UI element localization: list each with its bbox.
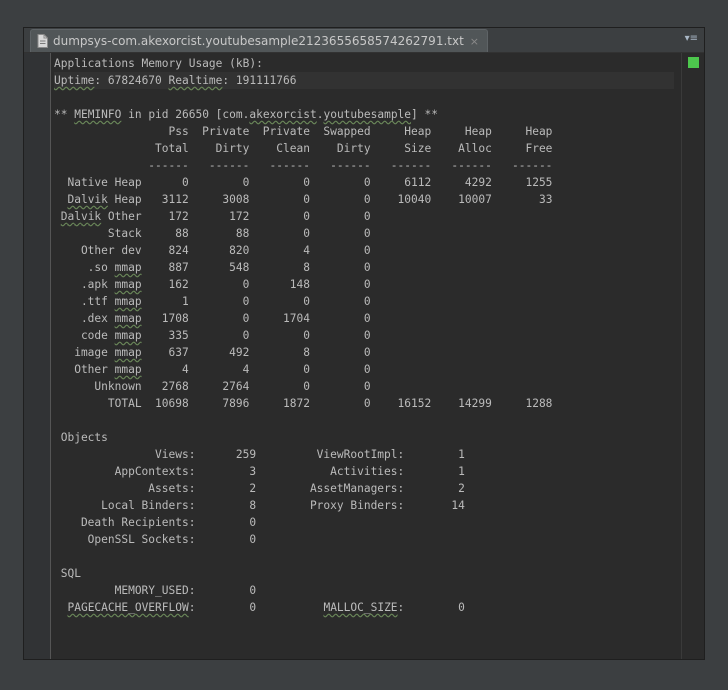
close-tab-icon[interactable]: ×	[470, 35, 479, 48]
editor-line: ​	[54, 89, 674, 106]
tab-title: dumpsys-com.akexorcist.youtubesample2123…	[53, 34, 464, 48]
editor-line: Other dev 824 820 4 0	[54, 244, 371, 257]
editor-line: .ttf mmap 1 0 0 0	[54, 295, 371, 308]
editor-line: Other mmap 4 4 0 0	[54, 363, 371, 376]
editor-line: .apk mmap 162 0 148 0	[54, 278, 371, 291]
editor-line: PAGECACHE_OVERFLOW: 0 MALLOC_SIZE: 0	[67, 601, 465, 614]
editor-line: Applications Memory Usage (kB):	[54, 57, 263, 70]
editor-line: ------ ------ ------ ------ ------ -----…	[54, 159, 553, 172]
editor-line: Death Recipients: 0	[54, 516, 257, 529]
editor-line: Total Dirty Clean Dirty Size Alloc Free	[54, 142, 553, 155]
editor-gutter	[24, 53, 50, 659]
editor-line: Local Binders: 8 Proxy Binders: 14	[54, 499, 465, 512]
editor-line: ​	[54, 412, 674, 429]
editor-window: dumpsys-com.akexorcist.youtubesample2123…	[23, 27, 705, 660]
editor-line: .dex mmap 1708 0 1704 0	[54, 312, 371, 325]
editor-line: Objects	[54, 431, 108, 444]
editor-line: image mmap 637 492 8 0	[54, 346, 371, 359]
tab-bar: dumpsys-com.akexorcist.youtubesample2123…	[24, 28, 704, 53]
inspection-status-icon[interactable]	[688, 57, 699, 68]
editor-line: MEMORY_USED: 0	[54, 584, 257, 597]
editor-line: Dalvik Heap 3112 3008 0 0 10040 10007 33	[67, 193, 553, 206]
editor-line: .so mmap 887 548 8 0	[54, 261, 371, 274]
gutter-divider	[50, 53, 51, 659]
editor-line: code mmap 335 0 0 0	[54, 329, 371, 342]
editor-line: AppContexts: 3 Activities: 1	[54, 465, 465, 478]
file-tab[interactable]: dumpsys-com.akexorcist.youtubesample2123…	[30, 29, 488, 52]
editor-line: Uptime: 67824670 Realtime: 191111766	[54, 72, 674, 89]
error-stripe	[681, 53, 704, 659]
text-file-icon	[37, 34, 48, 48]
editor-line: ** MEMINFO in pid 26650 [com.akexorcist.…	[54, 108, 438, 121]
editor-line: Pss Private Private Swapped Heap Heap He…	[54, 125, 553, 138]
editor-line: ​	[54, 616, 674, 633]
editor-line: Unknown 2768 2764 0 0	[54, 380, 371, 393]
editor-line: Dalvik Other 172 172 0 0	[60, 210, 371, 223]
editor-line: ​	[54, 548, 674, 565]
editor-text-area[interactable]: Applications Memory Usage (kB): Uptime: 6…	[54, 55, 674, 650]
editor-line: Native Heap 0 0 0 0 6112 4292 1255	[54, 176, 553, 189]
editor-line: SQL	[54, 567, 81, 580]
editor-line: Stack 88 88 0 0	[54, 227, 371, 240]
tab-list-menu-icon[interactable]: ▾≡	[685, 33, 698, 44]
editor-line: OpenSSL Sockets: 0	[54, 533, 257, 546]
editor-line: Views: 259 ViewRootImpl: 1	[54, 448, 465, 461]
editor-line: TOTAL 10698 7896 1872 0 16152 14299 1288	[54, 397, 553, 410]
editor-line: ​	[54, 633, 674, 650]
editor-line: Assets: 2 AssetManagers: 2	[54, 482, 465, 495]
